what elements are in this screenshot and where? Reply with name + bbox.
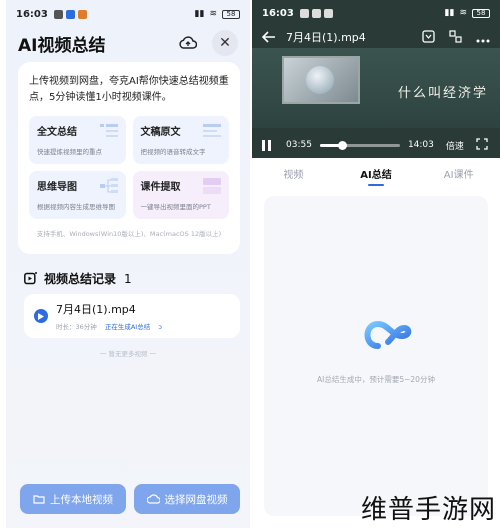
- battery-icon: 58: [472, 8, 490, 18]
- slides-icon: [203, 178, 221, 194]
- video-player[interactable]: 16:03 ▮▮ ≋ 58 7月4日(1).mp4 什么叫经济学 03:55 1…: [252, 0, 500, 158]
- tab-video[interactable]: 视频: [252, 160, 335, 186]
- app-icon: [323, 8, 333, 18]
- feature-mindmap[interactable]: 思维导图 根据视频内容生成思维导图: [29, 171, 126, 219]
- feature-desc: 把视频的语音转成文字: [140, 148, 206, 156]
- no-more-text: 一 暂无更多视频 一: [99, 350, 157, 358]
- feature-desc: 一键导出视频里面的PPT: [140, 203, 211, 211]
- globe-image: [306, 66, 334, 94]
- watermark: 维普手游网: [360, 495, 496, 525]
- video-record-icon: [24, 272, 37, 285]
- record-status-icon: ↄ: [158, 323, 162, 331]
- upload-local-video-label: 上传本地视频: [50, 493, 113, 506]
- feature-desc: 快速提炼视频里的重点: [37, 148, 102, 156]
- app-icon: [311, 8, 321, 18]
- select-cloud-video-button[interactable]: 选择网盘视频: [134, 484, 240, 514]
- video-thumbnail: [282, 56, 360, 104]
- list-item[interactable]: 7月4日(1).mp4 时长：36分钟 正在生成AI总结 ↄ: [24, 294, 240, 338]
- feature-slides[interactable]: 课件提取 一键导出视频里面的PPT: [132, 171, 229, 219]
- page-title: AI视频总结: [18, 35, 106, 56]
- intro-card: 上传视频到网盘，夸克AI帮你快速总结视频重点，5分钟读懂1小时视频课件。 全文总…: [18, 62, 240, 254]
- feature-grid: 全文总结 快速提炼视频里的重点 文稿原文 把视频的语音转成文字 思维导图 根据视…: [29, 116, 229, 219]
- current-time: 03:55: [286, 140, 312, 150]
- select-cloud-video-label: 选择网盘视频: [164, 493, 228, 506]
- player-controls: 03:55 14:03 倍速: [252, 134, 500, 156]
- progress-slider[interactable]: [319, 140, 400, 150]
- folder-icon: [33, 495, 45, 504]
- battery-icon: 58: [222, 9, 240, 19]
- loading-loop-icon: [364, 320, 412, 349]
- notification-icon: [299, 8, 309, 18]
- video-title: 7月4日(1).mp4: [286, 31, 366, 44]
- header: AI视频总结 ✕: [6, 28, 250, 58]
- video-frame: 什么叫经济学: [252, 48, 500, 128]
- pause-icon[interactable]: [262, 139, 272, 151]
- progress-knob[interactable]: [338, 140, 348, 150]
- status-bar: 16:03 ▮▮ ≋ 58: [252, 0, 500, 26]
- records-header: 视频总结记录 1: [24, 270, 132, 287]
- mindmap-icon: [99, 178, 118, 193]
- ai-summary-icon[interactable]: [422, 28, 435, 47]
- record-duration: 时长：36分钟: [56, 323, 97, 331]
- duration: 14:03: [407, 140, 434, 150]
- ai-summary-panel: AI总结生成中，预计需要5~20分钟: [264, 196, 488, 516]
- back-arrow-icon[interactable]: [261, 28, 276, 47]
- feature-summary[interactable]: 全文总结 快速提炼视频里的重点: [29, 116, 126, 164]
- fullscreen-icon[interactable]: [476, 137, 488, 153]
- upload-local-video-button[interactable]: 上传本地视频: [20, 484, 126, 514]
- support-note: 支持手机、Windows(Win10版以上)、Mac(macOS 12版以上): [36, 230, 222, 238]
- records-count: 1: [124, 271, 132, 286]
- left-panel: 16:03 ▮▮ ≋ 58 AI视频总结 ✕ 上传视频到网盘，夸克AI帮你快速总…: [6, 0, 250, 528]
- board-text: 什么叫经济学: [398, 82, 488, 101]
- list-icon: [99, 124, 118, 137]
- feature-transcript[interactable]: 文稿原文 把视频的语音转成文字: [132, 116, 229, 164]
- app-icon: [77, 9, 87, 19]
- notification-icon: [53, 9, 63, 19]
- screenshot-icon[interactable]: [449, 28, 462, 47]
- records-title: 视频总结记录: [44, 272, 117, 286]
- ai-status-text: AI总结生成中，预计需要5~20分钟: [317, 375, 435, 384]
- status-bar: 16:03 ▮▮ ≋ 58: [6, 0, 250, 28]
- status-time: 16:03: [16, 8, 48, 20]
- play-icon: [34, 309, 48, 323]
- intro-text: 上传视频到网盘，夸克AI帮你快速总结视频重点，5分钟读懂1小时视频课件。: [29, 76, 229, 103]
- signal-icon: ▮▮: [194, 9, 205, 19]
- cloud-upload-icon[interactable]: [178, 33, 198, 53]
- close-button[interactable]: ✕: [212, 30, 238, 56]
- record-name: 7月4日(1).mp4: [56, 303, 136, 316]
- more-options-icon[interactable]: [476, 28, 490, 47]
- status-time: 16:03: [262, 7, 294, 19]
- feature-desc: 根据视频内容生成思维导图: [37, 203, 115, 211]
- signal-icon: ▮▮: [444, 8, 455, 18]
- cloud-icon: [146, 494, 160, 504]
- tab-ai-summary[interactable]: AI总结: [335, 160, 418, 186]
- wifi-icon: ≋: [459, 8, 467, 18]
- screen: 16:03 ▮▮ ≋ 58 AI视频总结 ✕ 上传视频到网盘，夸克AI帮你快速总…: [0, 0, 500, 528]
- app-icon: [65, 9, 75, 19]
- right-panel: 16:03 ▮▮ ≋ 58 7月4日(1).mp4 什么叫经济学 03:55 1…: [252, 0, 500, 528]
- tab-ai-slides[interactable]: AI课件: [417, 160, 500, 186]
- document-icon: [203, 124, 221, 137]
- video-top-bar: 7月4日(1).mp4: [252, 26, 500, 48]
- record-status: 正在生成AI总结: [104, 323, 151, 331]
- tab-bar: 视频 AI总结 AI课件: [252, 160, 500, 186]
- speed-button[interactable]: 倍速: [446, 139, 464, 152]
- wifi-icon: ≋: [209, 9, 217, 19]
- board-text-content: 什么叫经济学: [397, 86, 488, 101]
